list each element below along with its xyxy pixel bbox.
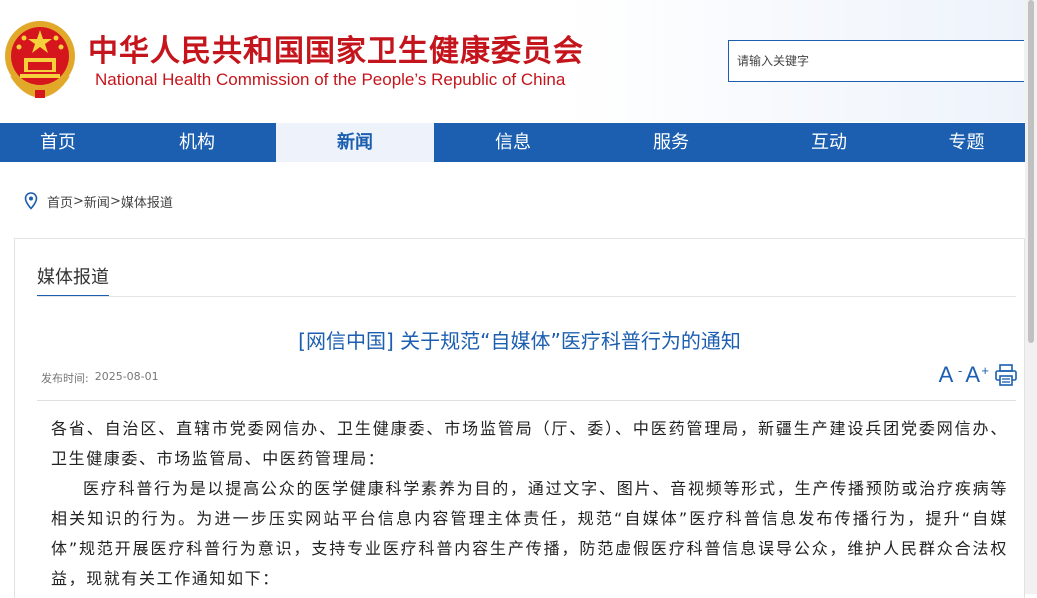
nav-item-home[interactable]: 首页 xyxy=(0,123,118,162)
section-title: 媒体报道 xyxy=(37,263,109,297)
minus-icon: - xyxy=(957,363,963,378)
plus-icon: + xyxy=(981,363,989,378)
font-decrease-label: A xyxy=(938,362,954,387)
nav-item-institutions[interactable]: 机构 xyxy=(118,123,276,162)
content-panel: 媒体报道 [网信中国] 关于规范“自媒体”医疗科普行为的通知 发布时间: 202… xyxy=(14,238,1025,598)
article-paragraph: 各省、自治区、直辖市党委网信办、卫生健康委、市场监管局（厅、委）、中医药管理局，… xyxy=(51,419,1008,468)
breadcrumb: 首页 > 新闻 > 媒体报道 xyxy=(24,191,173,211)
breadcrumb-separator: > xyxy=(73,193,84,209)
search-box xyxy=(728,40,1024,82)
page-scrollbar[interactable] xyxy=(1025,0,1037,594)
main-nav: 首页 机构 新闻 信息 服务 互动 专题 xyxy=(0,123,1025,162)
breadcrumb-home[interactable]: 首页 xyxy=(47,192,73,211)
article-tools: A- A + xyxy=(939,363,1018,387)
article-body: 各省、自治区、直辖市党委网信办、卫生健康委、市场监管局（厅、委）、中医药管理局，… xyxy=(51,414,1008,594)
print-icon[interactable] xyxy=(994,363,1018,387)
site-title-en[interactable]: National Health Commission of the People… xyxy=(95,70,565,90)
search-input[interactable] xyxy=(729,41,1024,81)
breadcrumb-media-reports[interactable]: 媒体报道 xyxy=(121,192,173,211)
article-paragraph: 医疗科普行为是以提高公众的医学健康科学素养为目的，通过文字、图片、音视频等形式，… xyxy=(51,479,1008,588)
publish-date-label: 发布时间: xyxy=(41,372,89,385)
font-increase-label: A xyxy=(965,362,980,387)
nav-item-news[interactable]: 新闻 xyxy=(276,123,434,162)
scrollbar-thumb[interactable] xyxy=(1028,0,1034,343)
location-pin-icon xyxy=(24,192,38,210)
font-decrease-button[interactable]: A- xyxy=(938,362,963,387)
breadcrumb-news[interactable]: 新闻 xyxy=(84,192,110,211)
publish-date: 2025-08-01 xyxy=(94,370,159,383)
nav-item-information[interactable]: 信息 xyxy=(434,123,592,162)
nav-item-services[interactable]: 服务 xyxy=(592,123,750,162)
article-divider xyxy=(37,400,1016,401)
article-title: [网信中国] 关于规范“自媒体”医疗科普行为的通知 xyxy=(298,329,741,353)
nav-item-topics[interactable]: 专题 xyxy=(908,123,1025,162)
font-increase-button[interactable]: A + xyxy=(965,362,989,387)
site-title-cn[interactable]: 中华人民共和国国家卫生健康委员会 xyxy=(88,26,584,70)
breadcrumb-separator: > xyxy=(109,193,121,209)
national-emblem-icon[interactable] xyxy=(2,16,78,100)
article-meta: 发布时间: 2025-08-01 xyxy=(41,370,159,386)
section-divider xyxy=(37,296,1016,297)
site-header: 中华人民共和国国家卫生健康委员会 National Health Commiss… xyxy=(0,0,1025,122)
nav-item-interaction[interactable]: 互动 xyxy=(750,123,908,162)
